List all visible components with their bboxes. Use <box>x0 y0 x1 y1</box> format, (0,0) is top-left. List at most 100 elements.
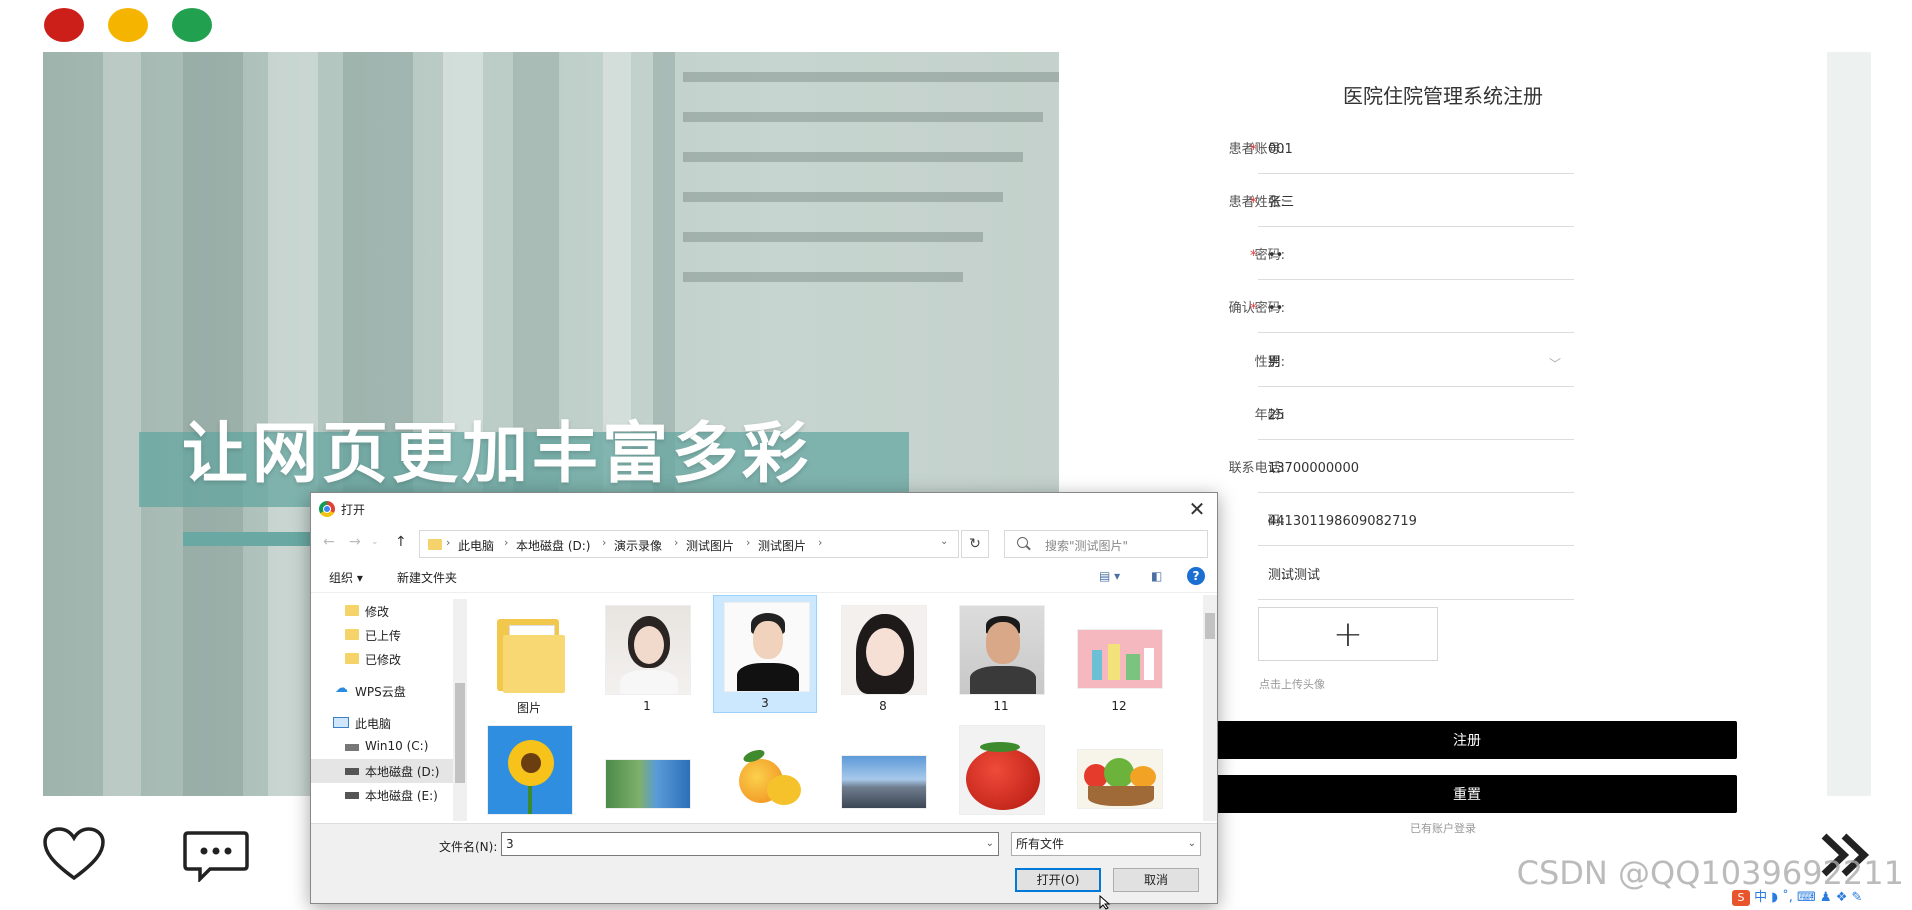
avatar-upload-button[interactable]: + <box>1258 607 1438 661</box>
register-button[interactable]: 注册 <box>1197 721 1737 759</box>
search-placeholder: 搜索"测试图片" <box>1045 539 1129 553</box>
required-star: * <box>1250 195 1257 211</box>
upload-hint: 点击上传头像 <box>1259 678 1325 691</box>
maximize-window-dot[interactable] <box>172 8 212 42</box>
cancel-button[interactable]: 取消 <box>1113 868 1199 892</box>
confirm-password-input[interactable]: •• <box>1258 289 1574 333</box>
chevron-down-icon[interactable]: ⌄ <box>986 833 994 855</box>
nav-item-drive-c[interactable]: Win10 (C:) <box>311 735 453 759</box>
recent-dropdown-icon[interactable]: ⌄ <box>371 537 379 547</box>
file-tile-image[interactable] <box>595 719 699 821</box>
forward-arrow-icon[interactable]: → <box>349 534 361 550</box>
mouse-cursor-icon <box>1099 895 1111 910</box>
nav-item-label: 本地磁盘 (E:) <box>365 789 438 803</box>
id-number-input[interactable]: 441301198609082719 <box>1258 502 1574 546</box>
up-arrow-icon[interactable]: ↑ <box>395 534 407 550</box>
nav-item-folder[interactable]: 已修改 <box>311 647 453 671</box>
back-arrow-icon[interactable]: ← <box>323 534 335 550</box>
search-input[interactable]: 搜索"测试图片" <box>1004 530 1208 558</box>
computer-icon <box>333 717 349 728</box>
search-icon <box>1017 537 1028 548</box>
file-tile-image[interactable]: 11 <box>949 599 1053 717</box>
file-tile-folder[interactable]: 图片 <box>477 599 581 717</box>
ime-tray: S 中 ◗ ˚, ⌨ ♟ ❖ ✎ <box>1732 886 1862 906</box>
file-open-dialog: 打开 ✕ ← → ⌄ ↑ › 此电脑 › 本地磁盘 (D:) › 演示录像 › … <box>310 492 1218 904</box>
nav-item-folder[interactable]: 已上传 <box>311 623 453 647</box>
dialog-toolbar: 组织 ▾ 新建文件夹 ▤ ▾ ◧ ? <box>311 561 1217 593</box>
reset-button[interactable]: 重置 <box>1197 775 1737 813</box>
sunflower-thumbnail <box>487 725 573 815</box>
nav-item-wps-cloud[interactable]: ☁ WPS云盘 <box>311 679 453 703</box>
screen: 让网页更加丰富多彩 医院住院管理系统注册 患者账号: * 001 患者姓名: *… <box>0 0 1912 910</box>
file-tile-image[interactable] <box>831 719 935 821</box>
portrait-thumbnail <box>959 605 1045 695</box>
minimize-window-dot[interactable] <box>108 8 148 42</box>
sogou-icon: S <box>1732 890 1750 906</box>
vegetables-thumbnail <box>1077 749 1163 809</box>
tray-status-text: 中 ◗ ˚, ⌨ ♟ ❖ ✎ <box>1754 890 1863 905</box>
file-tile-image[interactable]: 1 <box>595 599 699 717</box>
breadcrumb-item[interactable]: 此电脑 <box>458 537 494 554</box>
file-name: 8 <box>879 699 887 713</box>
address-input[interactable]: 测试测试 <box>1258 556 1574 600</box>
nav-item-this-pc[interactable]: 此电脑 <box>311 711 453 735</box>
file-name: 图片 <box>516 701 541 715</box>
nav-item-drive-e[interactable]: 本地磁盘 (E:) <box>311 783 453 807</box>
age-input[interactable]: 25 <box>1258 396 1574 440</box>
filetype-select[interactable]: 所有文件 ⌄ <box>1011 832 1201 856</box>
dialog-close-button[interactable]: ✕ <box>1183 495 1211 523</box>
name-input[interactable]: 张三 <box>1258 183 1574 227</box>
comment-icon[interactable] <box>182 830 250 882</box>
nav-item-folder[interactable]: 修改 <box>311 599 453 623</box>
filetype-value: 所有文件 <box>1016 837 1065 851</box>
chevron-down-icon[interactable]: ⌄ <box>940 536 948 547</box>
nav-item-drive-d[interactable]: 本地磁盘 (D:) <box>311 759 453 783</box>
nav-item-label: 此电脑 <box>355 717 392 731</box>
close-window-dot[interactable] <box>44 8 84 42</box>
nav-scrollbar[interactable] <box>453 599 467 821</box>
file-tile-image[interactable] <box>1067 719 1171 821</box>
breadcrumb-item[interactable]: 本地磁盘 (D:) <box>516 537 590 554</box>
gender-select[interactable]: 男 <box>1258 343 1574 387</box>
hero-slogan: 让网页更加丰富多彩 <box>182 415 812 492</box>
file-tile-image-selected[interactable]: 3 <box>713 595 817 713</box>
account-input[interactable]: 001 <box>1258 130 1574 174</box>
drive-icon <box>345 768 359 775</box>
breadcrumb-item[interactable]: 演示录像 <box>614 537 662 554</box>
nav-scroll-thumb[interactable] <box>455 683 465 783</box>
file-scrollbar[interactable] <box>1203 595 1217 821</box>
filename-input[interactable]: 3 ⌄ <box>501 832 999 856</box>
folder-icon <box>345 629 359 640</box>
building-thumbnail <box>605 759 691 809</box>
organize-button[interactable]: 组织 ▾ <box>329 569 363 586</box>
address-bar[interactable]: › 此电脑 › 本地磁盘 (D:) › 演示录像 › 测试图片 › 测试图片 ›… <box>419 530 959 558</box>
file-scroll-thumb[interactable] <box>1205 613 1215 639</box>
plus-icon: + <box>1332 613 1364 655</box>
required-star: * <box>1250 248 1257 264</box>
nav-item-label: 已上传 <box>365 629 402 643</box>
drive-icon <box>345 792 359 799</box>
heart-icon[interactable] <box>42 826 106 882</box>
chrome-icon <box>319 501 335 517</box>
view-options-icon[interactable]: ▤ ▾ <box>1099 569 1120 583</box>
phone-input[interactable]: 13700000000 <box>1258 449 1574 493</box>
open-button[interactable]: 打开(O) <box>1015 868 1101 892</box>
breadcrumb-item[interactable]: 测试图片 <box>758 537 806 554</box>
file-tile-image[interactable]: 8 <box>831 599 935 717</box>
file-tile-image[interactable] <box>713 719 817 821</box>
register-title: 医院住院管理系统注册 <box>1343 84 1543 108</box>
file-tile-image[interactable]: 12 <box>1067 599 1171 717</box>
file-tile-image[interactable] <box>477 719 581 821</box>
folder-icon <box>428 539 442 550</box>
password-input[interactable]: •• <box>1258 236 1574 280</box>
folder-large-icon <box>487 605 573 695</box>
help-icon[interactable]: ? <box>1187 567 1205 585</box>
breadcrumb-item[interactable]: 测试图片 <box>686 537 734 554</box>
file-grid: 图片 1 3 8 11 12 <box>477 595 1197 821</box>
file-tile-image[interactable] <box>949 719 1053 821</box>
preview-pane-icon[interactable]: ◧ <box>1151 569 1162 583</box>
product-thumbnail <box>1077 629 1163 689</box>
new-folder-button[interactable]: 新建文件夹 <box>397 569 457 586</box>
file-name: 12 <box>1111 699 1127 713</box>
refresh-button[interactable]: ↻ <box>961 530 989 558</box>
